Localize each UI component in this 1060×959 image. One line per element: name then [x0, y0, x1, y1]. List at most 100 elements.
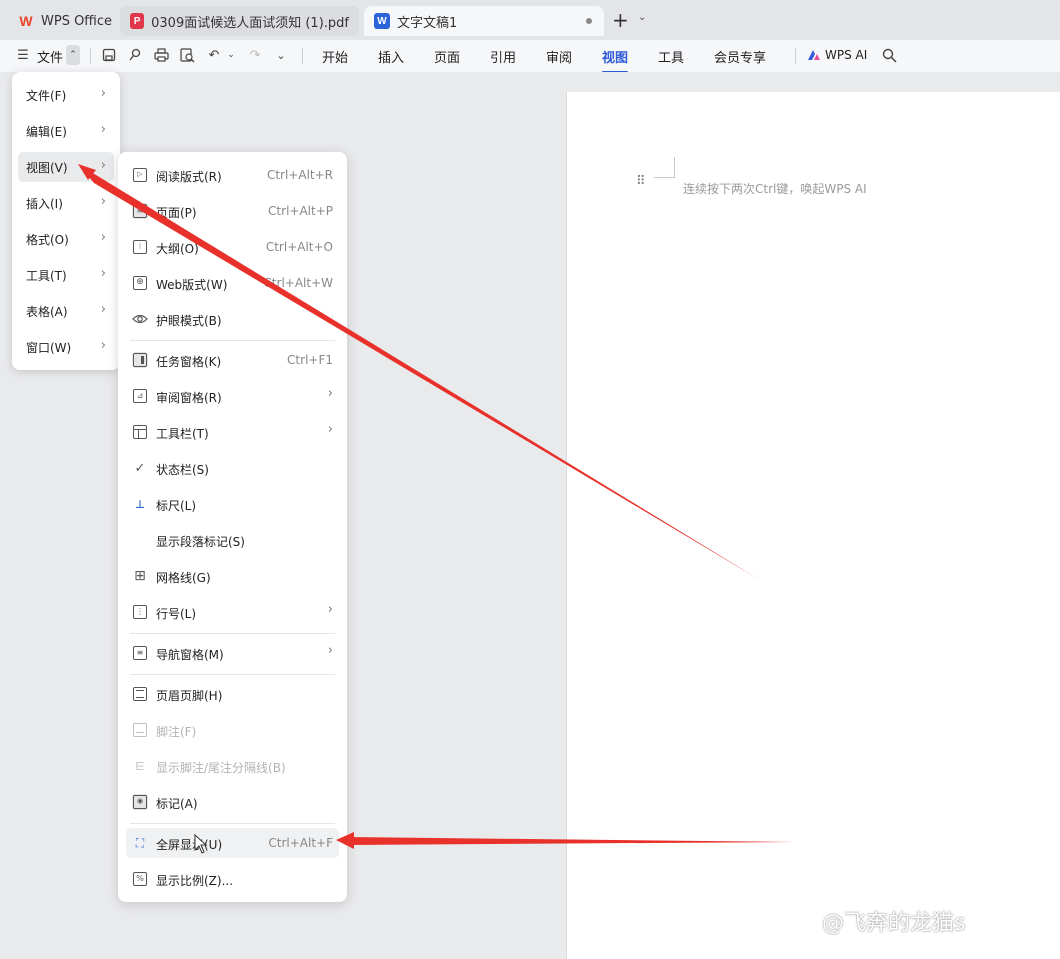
- print-icon[interactable]: [152, 46, 170, 64]
- web-layout-icon: ⊕: [132, 275, 148, 291]
- margin-corner-mark: [654, 157, 675, 178]
- menu-item-insert[interactable]: 插入(I) ›: [18, 188, 114, 218]
- menu-item-paragraph-marks[interactable]: 显示段落标记(S): [126, 525, 339, 555]
- separator: [302, 48, 303, 64]
- tab-pdf[interactable]: P 0309面试候选人面试须知 (1).pdf: [120, 6, 359, 36]
- menu-item-reading-mode[interactable]: ▷ 阅读版式(R) Ctrl+Alt+R: [126, 160, 339, 190]
- menu-item-label: 显示段落标记(S): [156, 535, 245, 549]
- pdf-icon: P: [130, 13, 145, 29]
- menu-item-edit[interactable]: 编辑(E) ›: [18, 116, 114, 146]
- wps-ai-button[interactable]: WPS AI: [825, 48, 867, 62]
- menu-item-label: 护眼模式(B): [156, 314, 222, 328]
- menu-item-label: 表格(A): [26, 304, 68, 319]
- line-numbers-icon: ⋮: [132, 604, 148, 620]
- menu-item-zoom-ratio[interactable]: % 显示比例(Z)...: [126, 864, 339, 894]
- chevron-up-icon[interactable]: ⌃: [66, 45, 80, 65]
- menu-item-format[interactable]: 格式(O) ›: [18, 224, 114, 254]
- more-dropdown-icon[interactable]: ⌄: [272, 46, 290, 64]
- outline-icon: ⁝: [132, 239, 148, 255]
- eye-care-icon: [132, 311, 148, 327]
- menu-item-header-footer[interactable]: 页眉页脚(H): [126, 679, 339, 709]
- chevron-right-icon: ›: [100, 194, 106, 209]
- tab-label: 文字文稿1: [397, 15, 458, 31]
- menu-item-outline[interactable]: ⁝ 大纲(O) Ctrl+Alt+O: [126, 232, 339, 262]
- menu-item-page-view[interactable]: ≡ 页面(P) Ctrl+Alt+P: [126, 196, 339, 226]
- new-tab-icon[interactable]: +: [612, 8, 629, 32]
- menu-item-navigation-pane[interactable]: ≡ 导航窗格(M) ›: [126, 638, 339, 668]
- reading-mode-icon: ▷: [132, 167, 148, 183]
- shortcut: Ctrl+Alt+W: [263, 276, 333, 290]
- separator: [795, 48, 796, 64]
- shortcut: Ctrl+F1: [287, 353, 333, 367]
- menu-item-web-layout[interactable]: ⊕ Web版式(W) Ctrl+Alt+W: [126, 268, 339, 298]
- menu-item-view[interactable]: 视图(V) ›: [18, 152, 114, 182]
- menu-item-tools[interactable]: 工具(T) ›: [18, 260, 114, 290]
- tab-member[interactable]: 会员专享: [714, 47, 766, 66]
- menu-divider: [130, 340, 335, 341]
- drag-handle-icon[interactable]: ⠿: [636, 175, 646, 188]
- document-page[interactable]: [566, 92, 1060, 959]
- wps-ai-icon: [805, 46, 823, 64]
- file-menu-button[interactable]: 文件: [37, 47, 63, 66]
- chevron-right-icon: ›: [327, 602, 333, 617]
- tab-view[interactable]: 视图: [602, 47, 629, 73]
- menu-item-toolbar[interactable]: 工具栏(T) ›: [126, 417, 339, 447]
- menu-item-label: 状态栏(S): [156, 463, 209, 477]
- menu-item-ruler[interactable]: ⊥ 标尺(L): [126, 489, 339, 519]
- chevron-down-icon[interactable]: ⌄: [638, 12, 646, 23]
- menu-item-gridlines[interactable]: ⊞ 网格线(G): [126, 561, 339, 591]
- menu-divider: [130, 823, 335, 824]
- menu-item-fullscreen[interactable]: ⛶ 全屏显示(U) Ctrl+Alt+F: [126, 828, 339, 858]
- tab-home[interactable]: 开始: [322, 47, 348, 66]
- tab-review[interactable]: 审阅: [546, 47, 572, 66]
- undo-dropdown-icon[interactable]: ⌄: [222, 46, 240, 64]
- menu-item-label: 文件(F): [26, 88, 67, 103]
- hamburger-icon[interactable]: ☰: [14, 46, 32, 64]
- menu-item-window[interactable]: 窗口(W) ›: [18, 332, 114, 362]
- check-icon: ✓: [134, 460, 146, 476]
- main-menu: 文件(F) › 编辑(E) › 视图(V) › 插入(I) › 格式(O) › 工具(T)…: [12, 72, 120, 370]
- header-footer-icon: [132, 686, 148, 702]
- menu-item-line-numbers[interactable]: ⋮ 行号(L) ›: [126, 597, 339, 627]
- tab-page[interactable]: 页面: [434, 47, 460, 66]
- menu-item-label: 任务窗格(K): [156, 355, 222, 369]
- menu-item-markup[interactable]: ◉ 标记(A): [126, 787, 339, 817]
- chevron-right-icon: ›: [100, 302, 106, 317]
- menu-item-table[interactable]: 表格(A) ›: [18, 296, 114, 326]
- ai-hint-placeholder: 连续按下两次Ctrl键，唤起WPS AI: [683, 182, 867, 196]
- shortcut: Ctrl+Alt+O: [265, 240, 333, 254]
- tab-tools[interactable]: 工具: [658, 47, 684, 66]
- menu-divider: [130, 674, 335, 675]
- chevron-right-icon: ›: [100, 338, 106, 353]
- menu-item-label: 窗口(W): [26, 340, 72, 355]
- menu-item-label: 网格线(G): [156, 571, 211, 585]
- shortcut: Ctrl+Alt+P: [268, 204, 333, 218]
- wps-logo-icon: W: [19, 13, 33, 29]
- tab-label: WPS Office: [41, 13, 113, 29]
- tab-wps-office[interactable]: W WPS Office: [8, 6, 122, 36]
- toolbar-icon: [132, 424, 148, 440]
- undo-icon[interactable]: ↶: [205, 46, 223, 64]
- menu-item-label: 全屏显示(U): [156, 838, 223, 852]
- tab-references[interactable]: 引用: [490, 47, 516, 66]
- menu-item-label: Web版式(W): [156, 278, 228, 292]
- menu-item-label: 阅读版式(R): [156, 170, 222, 184]
- menu-item-eye-care[interactable]: 护眼模式(B): [126, 304, 339, 334]
- markup-icon: ◉: [132, 794, 148, 810]
- mouse-cursor-icon: [194, 833, 208, 857]
- save-icon[interactable]: [100, 46, 118, 64]
- print-preview-icon[interactable]: [178, 46, 196, 64]
- tab-insert[interactable]: 插入: [378, 47, 404, 66]
- unsaved-dot-icon: [586, 18, 592, 24]
- menu-item-review-pane[interactable]: ⊿ 审阅窗格(R) ›: [126, 381, 339, 411]
- format-painter-icon[interactable]: [126, 46, 144, 64]
- tab-document[interactable]: W 文字文稿1: [364, 6, 604, 36]
- search-icon[interactable]: [880, 46, 898, 64]
- chevron-right-icon: ›: [100, 158, 106, 173]
- menu-item-task-pane[interactable]: 任务窗格(K) Ctrl+F1: [126, 345, 339, 375]
- menu-item-file[interactable]: 文件(F) ›: [18, 80, 114, 110]
- chevron-right-icon: ›: [327, 643, 333, 658]
- page-view-icon: ≡: [132, 203, 148, 219]
- menu-item-status-bar[interactable]: ✓ 状态栏(S): [126, 453, 339, 483]
- menu-item-label: 格式(O): [26, 232, 69, 247]
